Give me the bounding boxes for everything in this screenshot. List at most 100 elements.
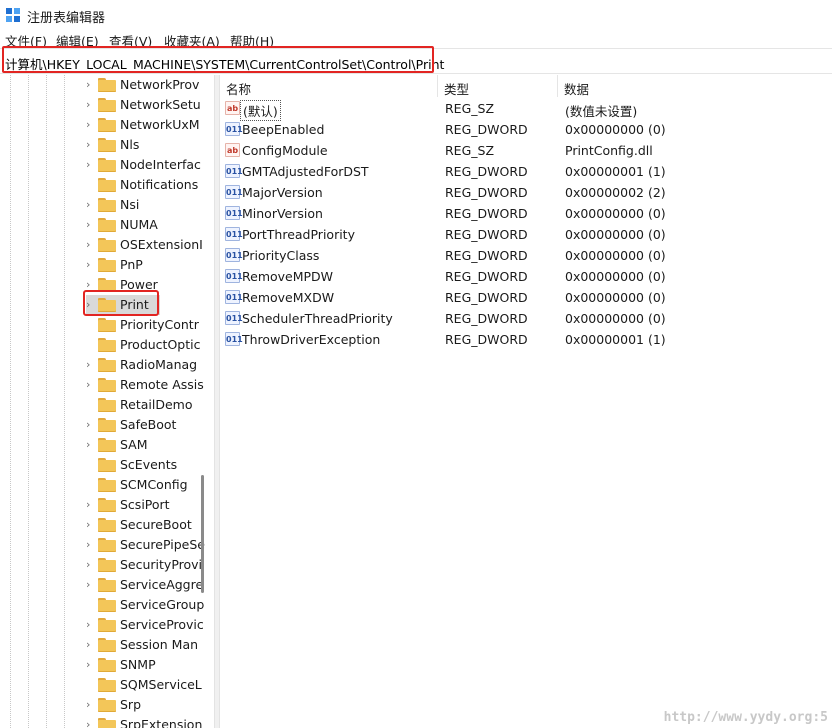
folder-icon <box>98 698 116 712</box>
expand-chevron-icon[interactable]: › <box>86 78 96 92</box>
tree-item[interactable]: › Nls <box>86 135 210 155</box>
folder-icon <box>98 198 116 212</box>
dword-value-icon: 011 <box>225 122 243 136</box>
tree-item[interactable]: RetailDemo <box>86 395 210 415</box>
expand-chevron-icon[interactable]: › <box>86 98 96 112</box>
tree-item[interactable]: › SAM <box>86 435 210 455</box>
tree-item[interactable]: › RadioManag <box>86 355 210 375</box>
tree-item[interactable]: › Session Man <box>86 635 210 655</box>
value-row[interactable]: 011 GMTAdjustedForDST REG_DWORD 0x00000001 … <box>220 161 832 182</box>
tree-item[interactable]: › PnP <box>86 255 210 275</box>
value-row[interactable]: 011 ThrowDriverException REG_DWORD 0x000000… <box>220 329 832 350</box>
tree-item[interactable]: › Srp <box>86 695 210 715</box>
address-path[interactable]: 计算机\HKEY_LOCAL_MACHINE\SYSTEM\CurrentCon… <box>5 54 444 73</box>
expand-chevron-icon[interactable]: › <box>86 518 96 532</box>
folder-icon <box>98 298 116 312</box>
tree-item[interactable]: › OSExtensionI <box>86 235 210 255</box>
expand-chevron-icon[interactable]: › <box>86 618 96 632</box>
value-type: REG_DWORD <box>445 311 528 326</box>
tree-guide-line <box>10 75 11 728</box>
tree-item[interactable]: SCMConfig <box>86 475 210 495</box>
tree-item[interactable]: › NetworkProv <box>86 75 210 95</box>
value-row[interactable]: 011 RemoveMXDW REG_DWORD 0x00000000 (0) <box>220 287 832 308</box>
tree-item[interactable]: › Power <box>86 275 210 295</box>
value-row[interactable]: 011 RemoveMPDW REG_DWORD 0x00000000 (0) <box>220 266 832 287</box>
value-row[interactable]: 011 MinorVersion REG_DWORD 0x00000000 (0) <box>220 203 832 224</box>
expand-chevron-icon[interactable]: › <box>86 118 96 132</box>
column-header-type[interactable]: 类型 <box>438 75 558 97</box>
expand-chevron-icon[interactable]: › <box>86 698 96 712</box>
key-tree-pane[interactable]: › NetworkProv › NetworkSetu › NetworkUxM › Nls ›… <box>0 75 214 728</box>
tree-item[interactable]: › NetworkUxM <box>86 115 210 135</box>
dword-value-icon: 011 <box>225 185 243 199</box>
expand-chevron-icon[interactable]: › <box>86 158 96 172</box>
value-data: 0x00000000 (0) <box>565 248 666 263</box>
expand-chevron-icon[interactable]: › <box>86 498 96 512</box>
tree-item[interactable]: › SrpExtension <box>86 715 210 728</box>
tree-item[interactable]: › SafeBoot <box>86 415 210 435</box>
tree-item[interactable]: › NUMA <box>86 215 210 235</box>
tree-item[interactable]: › SecureBoot <box>86 515 210 535</box>
expand-chevron-icon[interactable]: › <box>86 218 96 232</box>
tree-item[interactable]: › ServiceAggre <box>86 575 210 595</box>
value-data: PrintConfig.dll <box>565 143 653 158</box>
tree-item[interactable]: Notifications <box>86 175 210 195</box>
tree-item[interactable]: › ServiceProvic <box>86 615 210 635</box>
tree-item[interactable]: ServiceGroup <box>86 595 210 615</box>
expand-chevron-icon[interactable]: › <box>86 358 96 372</box>
folder-icon <box>98 658 116 672</box>
expand-chevron-icon[interactable]: › <box>86 538 96 552</box>
tree-item[interactable]: ScEvents <box>86 455 210 475</box>
expand-chevron-icon[interactable]: › <box>86 298 96 312</box>
value-row[interactable]: 011 BeepEnabled REG_DWORD 0x00000000 (0) <box>220 119 832 140</box>
tree-item[interactable]: PriorityContr <box>86 315 210 335</box>
folder-icon <box>98 538 116 552</box>
value-name: ConfigModule <box>242 143 328 158</box>
column-header-name[interactable]: 名称 <box>220 75 438 97</box>
expand-chevron-icon[interactable]: › <box>86 638 96 652</box>
value-data: 0x00000000 (0) <box>565 311 666 326</box>
tree-item[interactable]: › ScsiPort <box>86 495 210 515</box>
tree-item[interactable]: › NetworkSetu <box>86 95 210 115</box>
expand-chevron-icon[interactable]: › <box>86 258 96 272</box>
expand-chevron-icon[interactable]: › <box>86 278 96 292</box>
tree-item-label: SrpExtension <box>120 717 203 728</box>
expand-chevron-icon[interactable]: › <box>86 378 96 392</box>
tree-item[interactable]: › Print <box>86 295 160 315</box>
tree-item[interactable]: ProductOptic <box>86 335 210 355</box>
tree-item-label: NodeInterfac <box>120 157 201 172</box>
tree-scrollbar[interactable] <box>201 475 204 593</box>
tree-item[interactable]: › SNMP <box>86 655 210 675</box>
value-row[interactable]: 011 MajorVersion REG_DWORD 0x00000002 (2) <box>220 182 832 203</box>
value-row[interactable]: 011 PriorityClass REG_DWORD 0x00000000 (0) <box>220 245 832 266</box>
tree-item[interactable]: › SecurityProvi <box>86 555 210 575</box>
value-row[interactable]: 011 SchedulerThreadPriority REG_DWORD 0x000… <box>220 308 832 329</box>
expand-chevron-icon[interactable]: › <box>86 558 96 572</box>
tree-item[interactable]: › Nsi <box>86 195 210 215</box>
values-list-pane[interactable]: 名称 类型 数据 ab (默认) REG_SZ (数值未设置) 011 BeepEnabl… <box>220 75 832 728</box>
tree-item-label: PriorityContr <box>120 317 199 332</box>
column-header-data[interactable]: 数据 <box>558 75 832 97</box>
tree-item[interactable]: › SecurePipeSe <box>86 535 210 555</box>
tree-item[interactable]: SQMServiceL <box>86 675 210 695</box>
folder-icon <box>98 358 116 372</box>
folder-icon <box>98 558 116 572</box>
expand-chevron-icon[interactable]: › <box>86 658 96 672</box>
value-row[interactable]: 011 PortThreadPriority REG_DWORD 0x00000000… <box>220 224 832 245</box>
folder-icon <box>98 118 116 132</box>
expand-chevron-icon[interactable]: › <box>86 438 96 452</box>
folder-icon <box>98 98 116 112</box>
address-bar[interactable]: 计算机\HKEY_LOCAL_MACHINE\SYSTEM\CurrentCon… <box>0 48 832 74</box>
value-row[interactable]: ab ConfigModule REG_SZ PrintConfig.dll <box>220 140 832 161</box>
expand-chevron-icon[interactable]: › <box>86 578 96 592</box>
expand-chevron-icon[interactable]: › <box>86 718 96 728</box>
expand-chevron-icon[interactable]: › <box>86 238 96 252</box>
expand-chevron-icon[interactable]: › <box>86 418 96 432</box>
expand-chevron-icon[interactable]: › <box>86 198 96 212</box>
value-row[interactable]: ab (默认) REG_SZ (数值未设置) <box>220 98 832 121</box>
value-type: REG_DWORD <box>445 227 528 242</box>
folder-icon <box>98 218 116 232</box>
tree-item[interactable]: › NodeInterfac <box>86 155 210 175</box>
tree-item[interactable]: › Remote Assis <box>86 375 210 395</box>
expand-chevron-icon[interactable]: › <box>86 138 96 152</box>
